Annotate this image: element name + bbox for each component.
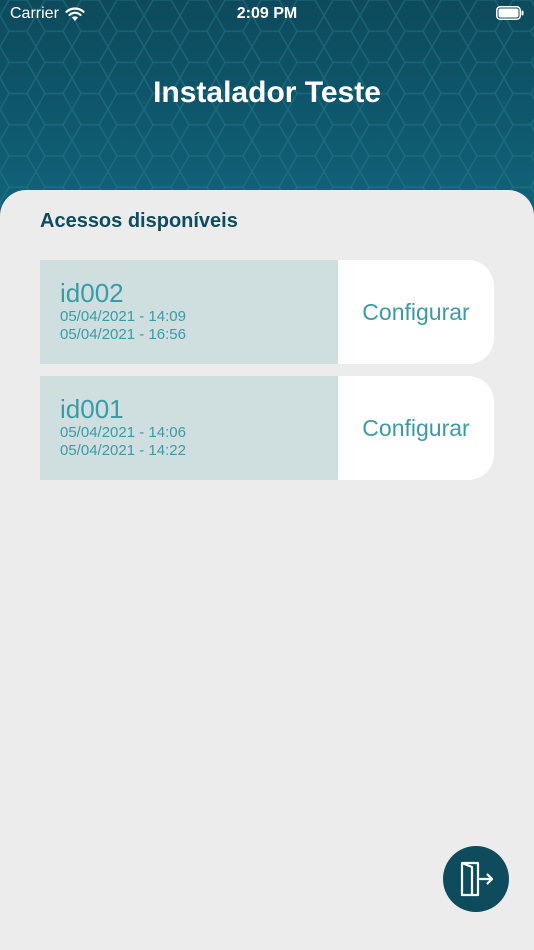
- access-card: id001 05/04/2021 - 14:06 05/04/2021 - 14…: [40, 376, 494, 480]
- access-start-date: 05/04/2021 - 14:09: [60, 308, 186, 325]
- status-time: 2:09 PM: [236, 5, 298, 22]
- access-end-date: 05/04/2021 - 14:22: [60, 442, 186, 459]
- battery-icon: [496, 6, 524, 20]
- status-bar: Carrier 2:09 PM: [0, 0, 534, 28]
- logout-door-icon: [460, 861, 494, 897]
- configure-button[interactable]: Configurar: [338, 376, 494, 480]
- logout-button[interactable]: [443, 846, 509, 912]
- access-end-date: 05/04/2021 - 16:56: [60, 326, 186, 343]
- section-title: Acessos disponíveis: [40, 210, 238, 232]
- access-id: id002: [60, 278, 124, 308]
- access-id: id001: [60, 394, 124, 424]
- access-info: id001 05/04/2021 - 14:06 05/04/2021 - 14…: [40, 376, 338, 480]
- access-card: id002 05/04/2021 - 14:09 05/04/2021 - 16…: [40, 260, 494, 364]
- content-sheet: Acessos disponíveis id002 05/04/2021 - 1…: [0, 190, 534, 950]
- access-info: id002 05/04/2021 - 14:09 05/04/2021 - 16…: [40, 260, 338, 364]
- configure-button[interactable]: Configurar: [338, 260, 494, 364]
- page-title: Instalador Teste: [153, 76, 381, 109]
- access-start-date: 05/04/2021 - 14:06: [60, 424, 186, 441]
